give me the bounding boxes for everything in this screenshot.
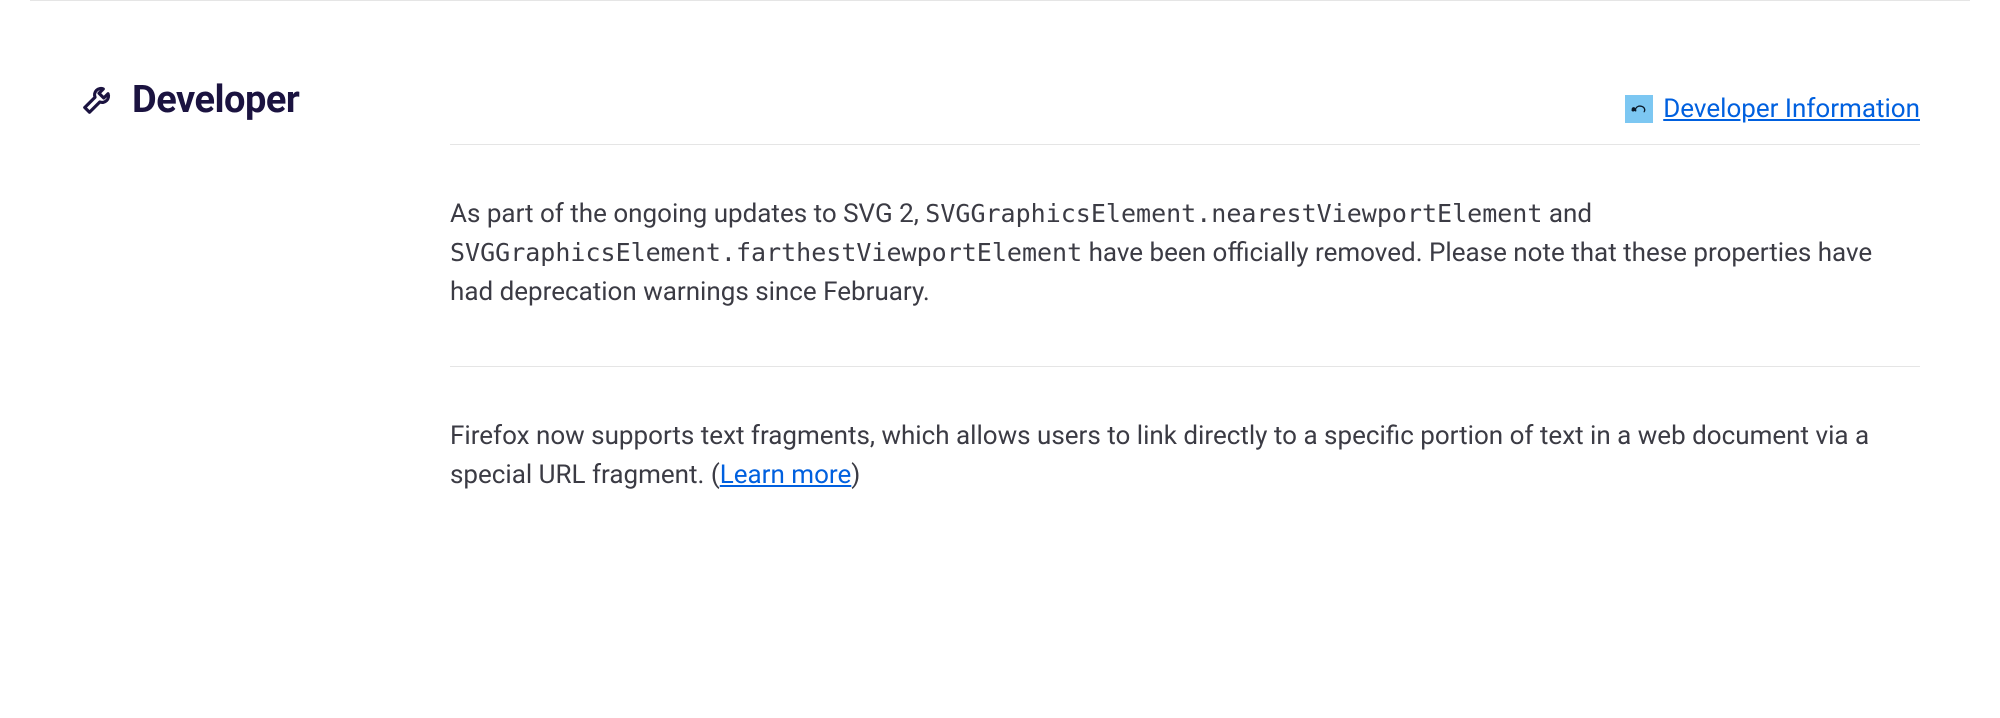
wrench-icon	[80, 79, 118, 121]
section-header-row: Developer Developer Information	[80, 1, 1920, 144]
release-note-entry: As part of the ongoing updates to SVG 2,…	[450, 144, 1920, 366]
text-fragment: and	[1542, 199, 1592, 229]
developer-info-block: Developer Information	[1625, 94, 1920, 124]
heading-group: Developer	[80, 78, 299, 122]
release-note-entry: Firefox now supports text fragments, whi…	[450, 366, 1920, 549]
text-fragment: )	[851, 460, 860, 490]
developer-badge-icon	[1625, 95, 1653, 123]
learn-more-link[interactable]: Learn more	[720, 460, 852, 490]
release-note-text: Firefox now supports text fragments, whi…	[450, 417, 1920, 495]
text-fragment: As part of the ongoing updates to SVG 2,	[450, 199, 925, 229]
content-area: As part of the ongoing updates to SVG 2,…	[450, 144, 1920, 549]
developer-information-link[interactable]: Developer Information	[1663, 94, 1920, 124]
release-note-text: As part of the ongoing updates to SVG 2,…	[450, 195, 1920, 312]
page-container: Developer Developer Information As part …	[0, 1, 2000, 549]
code-literal: SVGGraphicsElement.farthestViewportEleme…	[450, 238, 1082, 267]
code-literal: SVGGraphicsElement.nearestViewportElemen…	[925, 199, 1542, 228]
text-fragment: Firefox now supports text fragments, whi…	[450, 421, 1869, 490]
section-title: Developer	[132, 78, 299, 122]
